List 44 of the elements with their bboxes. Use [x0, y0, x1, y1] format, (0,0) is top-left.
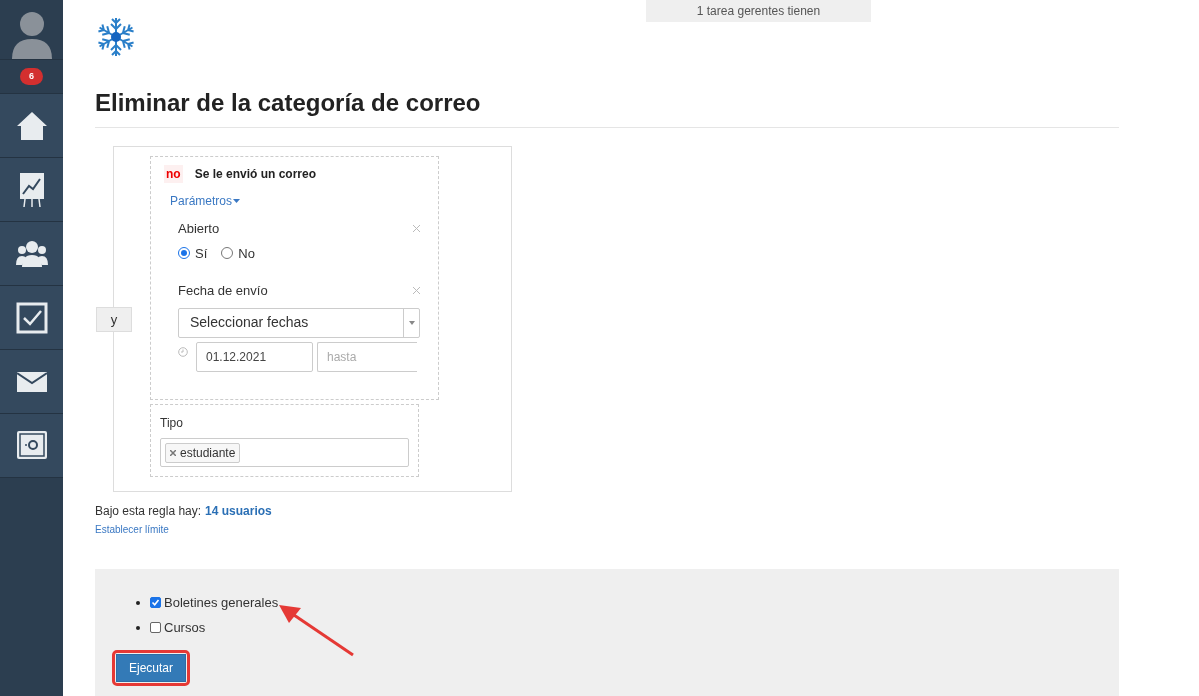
dropdown-icon	[408, 320, 415, 325]
sidebar-item[interactable]	[0, 350, 63, 414]
users-count-link[interactable]: 14 usuarios	[205, 502, 272, 520]
sidebar-item[interactable]	[0, 94, 63, 158]
category-checkbox[interactable]: Cursos	[150, 617, 206, 638]
task-notice[interactable]: 1 tarea gerentes tienen	[646, 0, 871, 22]
sidebar-item[interactable]	[0, 158, 63, 222]
field-label: Abierto	[178, 220, 220, 238]
remove-icon[interactable]	[170, 449, 176, 456]
negation-tag[interactable]: no	[164, 165, 183, 183]
date-select[interactable]: Seleccionar fechas	[178, 307, 420, 338]
date-to-field[interactable]: hasta	[317, 341, 417, 372]
field-label: Tipo	[160, 415, 184, 432]
sidebar-item[interactable]	[0, 222, 63, 286]
home-icon	[15, 109, 48, 142]
bullet-icon	[136, 625, 140, 630]
parameters-link[interactable]: Parámetros	[170, 192, 233, 210]
avatar-icon	[9, 9, 54, 59]
clock-icon	[178, 346, 188, 357]
date-from-field[interactable]: 01.12.2021	[196, 341, 313, 372]
summary-text: Bajo esta regla hay:	[95, 503, 202, 520]
envelope-icon	[16, 371, 47, 392]
sidebar-item[interactable]	[0, 286, 63, 350]
bullet-icon	[136, 600, 140, 605]
sidebar-item[interactable]	[0, 414, 63, 478]
radio-option[interactable]: No	[221, 243, 255, 263]
chart-board-icon	[18, 171, 45, 208]
notification-badge[interactable]: 6	[20, 67, 43, 86]
radio-option[interactable]: Sí	[178, 243, 208, 263]
safe-icon	[15, 429, 48, 462]
operator-label[interactable]: y	[96, 307, 132, 332]
page-title: Eliminar de la categoría de correo	[95, 85, 1119, 128]
run-button[interactable]: Ejecutar	[116, 654, 187, 682]
checkbox-icon	[15, 301, 48, 334]
group-icon	[15, 239, 48, 268]
caret-icon	[233, 199, 241, 203]
snowflake-logo	[95, 15, 137, 59]
field-label: Fecha de envío	[178, 282, 268, 300]
condition-title: Se le envió un correo	[194, 166, 317, 183]
tag-input[interactable]: estudiante	[160, 438, 409, 467]
checkmark-icon	[151, 598, 160, 607]
tag-chip[interactable]: estudiante	[165, 442, 241, 463]
category-checkbox[interactable]: Boletines generales	[150, 592, 279, 613]
set-limit-link[interactable]: Establecer límite	[95, 522, 169, 537]
